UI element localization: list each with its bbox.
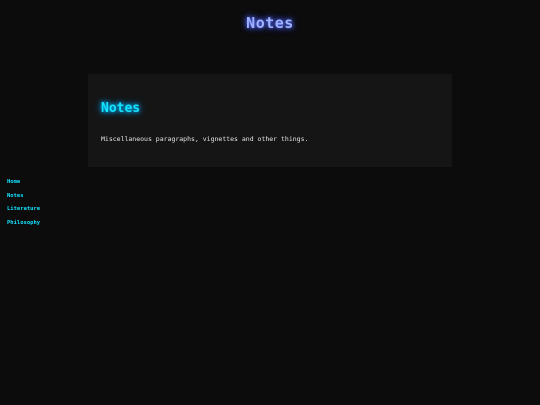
nav-link-philosophy[interactable]: Philosophy [7,219,40,233]
site-title: Notes [246,14,294,32]
nav-link-home[interactable]: Home [7,178,40,192]
sidebar-nav: Home Notes Literature Philosophy [7,178,40,232]
nav-link-literature[interactable]: Literature [7,205,40,219]
nav-link-notes[interactable]: Notes [7,192,40,206]
section-card: Notes Miscellaneous paragraphs, vignette… [88,74,452,167]
section-description: Miscellaneous paragraphs, vignettes and … [101,135,309,143]
section-heading: Notes [101,101,141,116]
